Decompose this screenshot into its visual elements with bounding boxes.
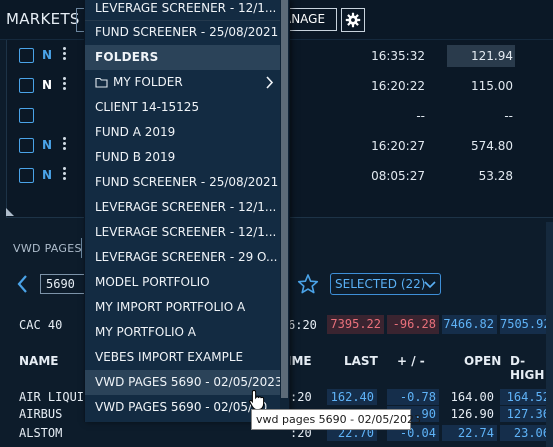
vwd-pages-title: VWD PAGES xyxy=(13,242,82,255)
hand-cursor-icon xyxy=(249,389,265,410)
page-title: MARKETS xyxy=(6,10,80,28)
index-change: -96.28 xyxy=(387,315,439,334)
tooltip: vwd pages 5690 - 02/05/2023 xyxy=(251,409,421,430)
panel-scrollbar[interactable] xyxy=(546,222,553,447)
menu-item[interactable]: FUND B 2019 xyxy=(85,145,281,170)
resize-handle[interactable] xyxy=(6,208,14,216)
selected-dropdown[interactable]: SELECTED (22) xyxy=(330,273,441,295)
row-checkbox[interactable] xyxy=(19,168,34,183)
menu-item[interactable]: MY PORTFOLIO A xyxy=(85,320,281,345)
row-time: 16:20:27 xyxy=(371,139,425,153)
menu-item[interactable]: LEVERAGE SCREENER - 12/1... xyxy=(85,195,281,220)
settings-button[interactable] xyxy=(341,8,365,32)
quote-last: 162.40 xyxy=(327,389,377,405)
row-checkbox[interactable] xyxy=(19,78,34,93)
news-flag[interactable]: N xyxy=(42,78,52,92)
row-price: 121.94 xyxy=(447,45,515,67)
column-header-last[interactable]: LAST xyxy=(344,354,378,368)
row-time: 16:20:22 xyxy=(371,79,425,93)
chevron-down-icon xyxy=(424,281,436,289)
selected-label: SELECTED (22) xyxy=(335,277,426,291)
news-flag[interactable]: N xyxy=(42,138,52,152)
kebab-menu-icon[interactable] xyxy=(63,137,67,151)
chevron-left-icon[interactable] xyxy=(14,274,32,294)
row-time: -- xyxy=(416,109,425,123)
menu-item[interactable]: CLIENT 14-15125 xyxy=(85,95,281,120)
quote-name[interactable]: ALSTOM xyxy=(19,426,62,440)
kebab-menu-icon[interactable] xyxy=(63,77,67,91)
menu-item-my-folder[interactable]: MY FOLDER xyxy=(85,70,281,95)
watchlist-dropdown: LEVERAGE SCREENER - 12/1... FUND SCREENE… xyxy=(84,0,290,422)
index-time: 6:20 xyxy=(288,318,317,332)
star-icon[interactable] xyxy=(297,273,319,295)
menu-item[interactable]: MODEL PORTFOLIO xyxy=(85,270,281,295)
chevron-right-icon xyxy=(266,76,274,89)
menu-item[interactable]: VEBES IMPORT EXAMPLE xyxy=(85,345,281,370)
row-price: -- xyxy=(504,109,513,123)
menu-item[interactable]: MY IMPORT PORTFOLIO A xyxy=(85,295,281,320)
row-price: 574.80 xyxy=(471,139,513,153)
row-price: 53.28 xyxy=(478,169,513,183)
column-header-change[interactable]: + / - xyxy=(397,354,425,368)
menu-item[interactable]: LEVERAGE SCREENER - 29 O... xyxy=(85,245,281,270)
kebab-menu-icon[interactable] xyxy=(63,167,67,181)
news-flag[interactable]: N xyxy=(42,168,52,182)
quote-time: :20 xyxy=(290,390,312,404)
quote-name[interactable]: AIRBUS xyxy=(19,407,62,421)
menu-item[interactable]: LEVERAGE SCREENER - 12/1... xyxy=(85,0,281,21)
column-header-time[interactable]: IME xyxy=(287,354,312,368)
row-checkbox[interactable] xyxy=(19,108,34,123)
menu-item[interactable]: LEVERAGE SCREENER - 12/1... xyxy=(85,220,281,245)
index-open: 7466.82 xyxy=(442,315,497,334)
row-checkbox[interactable] xyxy=(19,48,34,63)
row-price: 115.00 xyxy=(471,79,513,93)
quote-name[interactable]: AIR LIQUI xyxy=(19,390,84,404)
gear-icon xyxy=(345,12,361,28)
menu-section-folders: FOLDERS xyxy=(85,45,281,70)
row-time: 08:05:27 xyxy=(371,169,425,183)
menu-item[interactable]: FUND SCREENER - 25/08/2021 xyxy=(85,20,281,45)
column-header-name[interactable]: NAME xyxy=(19,354,58,368)
menu-item[interactable]: FUND A 2019 xyxy=(85,120,281,145)
quote-open: 126.90 xyxy=(450,407,494,421)
menu-item[interactable]: FUND SCREENER - 25/08/2021 xyxy=(85,170,281,195)
column-header-open[interactable]: OPEN xyxy=(464,354,501,368)
symbol-input[interactable]: 5690 xyxy=(40,274,86,294)
quote-open: 164.00 xyxy=(450,390,494,404)
kebab-menu-icon[interactable] xyxy=(63,47,67,61)
index-last: 7395.22 xyxy=(327,315,384,334)
row-time: 16:35:32 xyxy=(371,49,425,63)
quote-change: -0.78 xyxy=(387,389,439,405)
dropdown-scrollbar-thumb[interactable] xyxy=(281,0,288,398)
row-checkbox[interactable] xyxy=(19,138,34,153)
index-name: CAC 40 xyxy=(19,318,63,332)
folder-icon xyxy=(95,77,108,88)
news-flag[interactable]: N xyxy=(42,48,52,62)
menu-item-label: MY FOLDER xyxy=(113,75,183,89)
quote-open: 22.74 xyxy=(442,425,497,441)
